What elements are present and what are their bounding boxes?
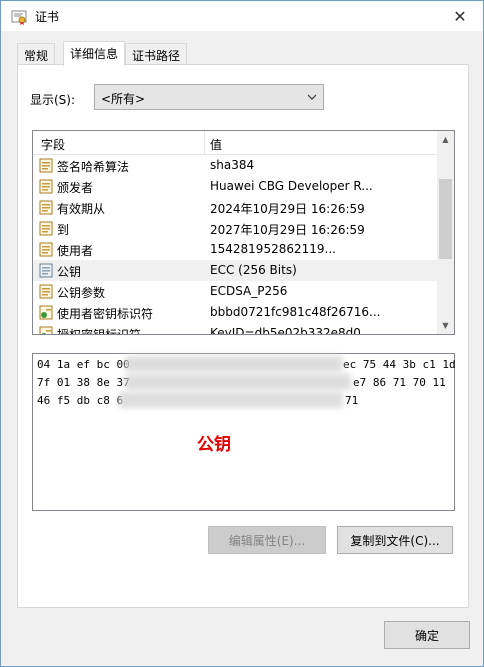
field-name: 使用者密钥标识符	[57, 307, 154, 321]
column-header-value[interactable]: 值	[210, 136, 222, 153]
hex-line-2-left: 7f 01 38 8e 37	[37, 376, 130, 389]
public-key-icon	[39, 263, 53, 278]
field-name: 公钥	[57, 265, 82, 279]
scroll-thumb[interactable]	[439, 179, 452, 259]
field-name: 有效期从	[57, 202, 106, 216]
show-label: 显示(S):	[30, 93, 76, 107]
field-name: 授权密钥标识符	[57, 328, 142, 335]
close-icon: ✕	[453, 6, 467, 26]
ok-button[interactable]: 确定	[384, 621, 470, 649]
field-value: ECDSA_P256	[210, 284, 288, 298]
redaction-blur	[119, 392, 343, 408]
field-value: 2027年10月29日 16:26:59	[210, 223, 365, 237]
field-value: sha384	[210, 158, 255, 172]
list-scrollbar[interactable]: ▲ ▼	[437, 131, 454, 334]
copy-to-file-button[interactable]: 复制到文件(C)...	[337, 526, 453, 554]
field-name: 公钥参数	[57, 286, 106, 300]
field-value: 2024年10月29日 16:26:59	[210, 202, 365, 216]
certificate-icon	[11, 10, 27, 25]
show-dropdown[interactable]: <所有>	[94, 84, 324, 110]
list-rows: 签名哈希算法 sha384 颁发者 Huawei CBG Developer R...…	[33, 155, 438, 335]
list-item[interactable]: 公钥 ECC (256 Bits)	[33, 260, 438, 281]
hex-line-1-right: ec 75 44 3b c1 1d	[343, 358, 456, 371]
cert-field-icon	[39, 158, 53, 173]
column-header-field[interactable]: 字段	[41, 136, 65, 153]
show-dropdown-value: <所有>	[101, 92, 146, 106]
list-item[interactable]: 使用者 154281952862119...	[33, 239, 438, 260]
cert-field-icon	[39, 284, 53, 299]
hex-line-3-left: 46 f5 db c8 6	[37, 394, 124, 407]
scroll-up-arrow-icon[interactable]: ▲	[437, 131, 454, 148]
list-item[interactable]: 使用者密钥标识符 bbbd0721fc981c48f26716...	[33, 302, 438, 323]
title-bar: 证书 ✕	[1, 1, 483, 31]
field-value: ECC (256 Bits)	[210, 263, 297, 277]
public-key-annotation: 公钥	[197, 435, 231, 455]
field-value: KeyID=db5e02b332e8d0...	[210, 326, 373, 335]
scroll-down-arrow-icon[interactable]: ▼	[437, 317, 454, 334]
column-divider[interactable]	[204, 131, 205, 155]
list-item[interactable]: 授权密钥标识符 KeyID=db5e02b332e8d0...	[33, 323, 438, 335]
list-item[interactable]: 到 2027年10月29日 16:26:59	[33, 218, 438, 239]
window-title: 证书	[35, 10, 60, 24]
field-list[interactable]: 字段 值 签名哈希算法 sha384 颁发者 Huawei CBG Developer…	[32, 130, 455, 335]
hex-line-1-left: 04 1a ef bc 00	[37, 358, 130, 371]
tab-certification-path[interactable]: 证书路径	[125, 43, 188, 65]
tab-general[interactable]: 常规	[17, 43, 56, 65]
redaction-blur	[125, 356, 343, 372]
list-header: 字段 值	[33, 131, 438, 155]
tab-details[interactable]: 详细信息	[63, 41, 126, 66]
certificate-window: 证书 ✕ 常规 详细信息 证书路径 显示(S): <所有> 字段 值 签名哈希算…	[0, 0, 484, 667]
hex-line-2-right: e7 86 71 70 11	[353, 376, 446, 389]
value-detail-box[interactable]: 04 1a ef bc 00 ec 75 44 3b c1 1d 7f 01 3…	[32, 353, 456, 511]
list-item[interactable]: 有效期从 2024年10月29日 16:26:59	[33, 197, 438, 218]
field-value: bbbd0721fc981c48f26716...	[210, 305, 380, 319]
close-button[interactable]: ✕	[437, 1, 483, 31]
field-name: 签名哈希算法	[57, 160, 130, 174]
field-name: 到	[57, 223, 70, 237]
details-panel: 显示(S): <所有> 字段 值 签名哈希算法 sha384 颁发者 Huawei C…	[17, 64, 469, 608]
field-name: 使用者	[57, 244, 94, 258]
field-name: 颁发者	[57, 181, 94, 195]
chevron-down-icon	[307, 94, 317, 100]
cert-field-icon	[39, 242, 53, 257]
redaction-blur	[125, 374, 351, 390]
field-value: 154281952862119...	[210, 242, 336, 256]
cert-field-icon	[39, 200, 53, 215]
field-value: Huawei CBG Developer R...	[210, 179, 373, 193]
key-id-icon	[39, 326, 53, 334]
key-id-icon	[39, 305, 53, 320]
list-item[interactable]: 公钥参数 ECDSA_P256	[33, 281, 438, 302]
cert-field-icon	[39, 221, 53, 236]
list-item[interactable]: 颁发者 Huawei CBG Developer R...	[33, 176, 438, 197]
edit-properties-button[interactable]: 编辑属性(E)...	[208, 526, 326, 554]
cert-field-icon	[39, 179, 53, 194]
list-item[interactable]: 签名哈希算法 sha384	[33, 155, 438, 176]
hex-line-3-right: 71	[345, 394, 359, 407]
